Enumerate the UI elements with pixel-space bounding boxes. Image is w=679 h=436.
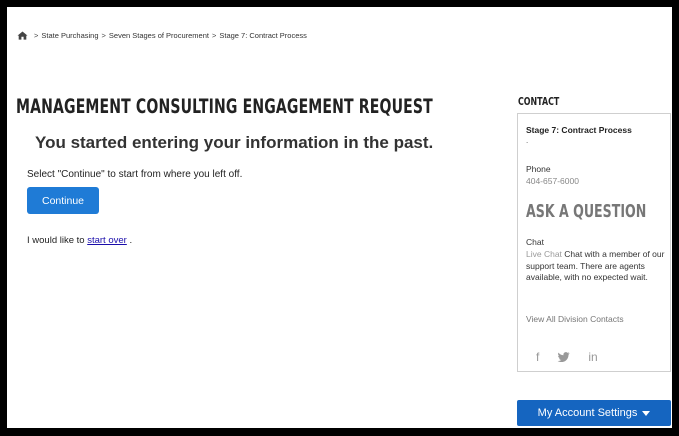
start-over-suffix: . (129, 235, 133, 246)
breadcrumb-separator: > (34, 31, 39, 40)
start-over-link[interactable]: start over (87, 235, 127, 246)
page-frame: > State Purchasing > Seven Stages of Pro… (7, 7, 672, 428)
page-title: MANAGEMENT CONSULTING ENGAGEMENT REQUEST (16, 95, 433, 118)
linkedin-icon[interactable]: in (588, 350, 597, 364)
account-settings-label: My Account Settings (537, 407, 638, 419)
breadcrumb-item-stage-7: Stage 7: Contract Process (219, 31, 307, 40)
twitter-icon[interactable] (557, 352, 570, 362)
breadcrumb-item-state-purchasing[interactable]: State Purchasing (41, 31, 98, 40)
start-over-line: I would like to start over . (27, 235, 132, 246)
breadcrumb-separator: > (211, 31, 217, 40)
breadcrumb-item-seven-stages[interactable]: Seven Stages of Procurement (109, 31, 209, 40)
facebook-icon[interactable]: f (536, 350, 539, 364)
phone-number[interactable]: 404-657-6000 (526, 176, 579, 186)
ask-question-heading: ASK A QUESTION (526, 201, 647, 222)
live-chat-link[interactable]: Live Chat (526, 249, 562, 259)
home-icon[interactable] (17, 31, 28, 40)
chat-description: Live Chat Chat with a member of our supp… (526, 249, 668, 284)
social-links: f in (536, 350, 598, 364)
view-division-contacts-link[interactable]: View All Division Contacts (526, 314, 624, 324)
breadcrumb: > State Purchasing > Seven Stages of Pro… (17, 31, 307, 40)
start-over-prefix: I would like to (27, 235, 85, 246)
stage-title: Stage 7: Contract Process (526, 125, 632, 135)
contact-heading: CONTACT (518, 95, 560, 108)
phone-label: Phone (526, 164, 551, 174)
instruction-text: Select "Continue" to start from where yo… (27, 169, 243, 180)
stage-subtext: . (526, 136, 529, 145)
contact-panel: Stage 7: Contract Process . Phone 404-65… (517, 113, 671, 372)
caret-down-icon (642, 411, 651, 416)
chat-label: Chat (526, 237, 544, 247)
continue-button[interactable]: Continue (27, 187, 99, 214)
resume-subtitle: You started entering your information in… (35, 133, 434, 152)
breadcrumb-separator: > (101, 31, 106, 40)
my-account-settings-button[interactable]: My Account Settings (517, 400, 671, 426)
